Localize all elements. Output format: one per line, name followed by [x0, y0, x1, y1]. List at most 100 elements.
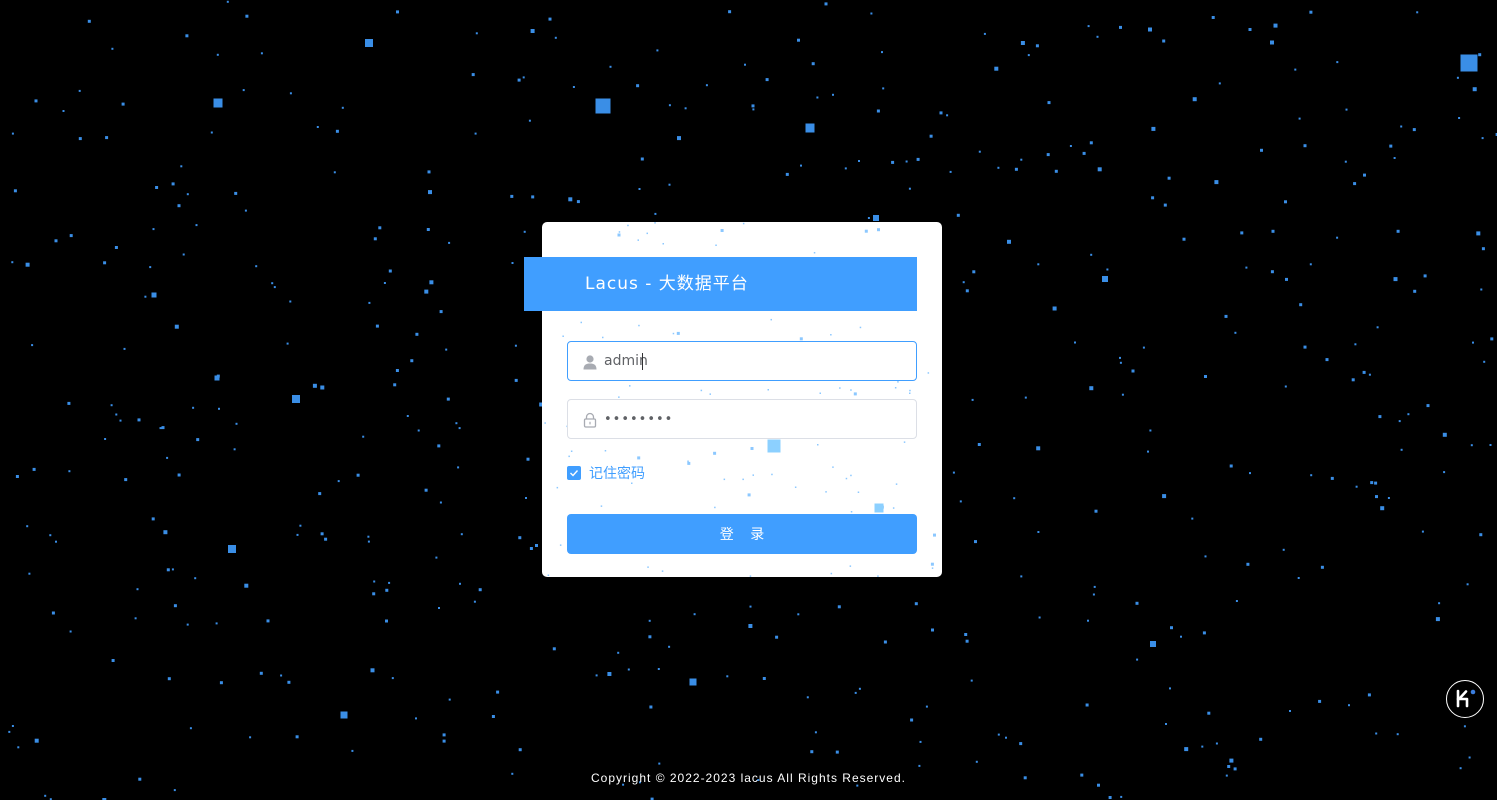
card-speck — [676, 331, 680, 335]
floating-assistant-button[interactable] — [1446, 680, 1484, 718]
star-speck — [171, 182, 175, 186]
star-speck — [103, 261, 107, 265]
card-speck — [909, 389, 911, 392]
star-speck — [1204, 375, 1207, 378]
star-speck — [235, 422, 238, 425]
password-field[interactable] — [567, 399, 917, 439]
star-speck — [1398, 420, 1401, 423]
card-speck — [742, 478, 744, 481]
login-button[interactable]: 登 录 — [567, 514, 917, 554]
star-speck — [835, 750, 839, 754]
card-speck — [709, 393, 711, 395]
star-speck — [1375, 495, 1378, 499]
star-speck — [1136, 658, 1139, 661]
star-speck — [1472, 341, 1474, 344]
star-speck — [316, 126, 319, 128]
remember-password-checkbox[interactable]: 记住密码 — [567, 463, 645, 483]
star-speck — [119, 419, 122, 422]
star-speck — [1108, 796, 1112, 799]
star-speck — [1097, 167, 1102, 172]
star-speck — [1151, 126, 1156, 131]
star-speck — [111, 659, 115, 662]
star-speck — [530, 29, 535, 33]
star-speck — [668, 104, 671, 107]
star-speck — [335, 129, 339, 133]
star-speck — [114, 246, 118, 249]
star-speck — [1233, 767, 1237, 771]
star-speck — [25, 262, 30, 267]
star-speck — [1092, 593, 1095, 596]
username-input[interactable] — [604, 342, 904, 380]
star-speck — [636, 84, 640, 88]
star-speck — [245, 14, 249, 18]
star-speck — [478, 588, 482, 592]
star-speck — [962, 281, 965, 284]
star-speck — [388, 269, 392, 273]
star-speck — [1396, 733, 1399, 736]
star-speck — [648, 619, 651, 622]
card-speck — [556, 486, 559, 489]
star-speck — [1204, 555, 1207, 558]
star-square — [873, 215, 879, 221]
star-speck — [1284, 200, 1287, 204]
star-square — [365, 39, 373, 47]
star-speck — [1483, 360, 1486, 363]
star-speck — [280, 674, 283, 677]
star-speck — [1106, 268, 1109, 271]
star-speck — [1182, 237, 1186, 241]
star-speck — [1151, 196, 1155, 200]
star-speck — [1375, 732, 1378, 735]
star-speck — [11, 132, 14, 135]
star-speck — [1054, 169, 1058, 173]
star-speck — [1303, 345, 1307, 349]
star-speck — [475, 32, 478, 35]
checkbox-checked-icon[interactable] — [567, 466, 581, 480]
star-speck — [1456, 76, 1459, 79]
card-speck — [825, 491, 827, 493]
star-speck — [975, 760, 978, 763]
star-speck — [595, 674, 598, 677]
star-speck — [11, 725, 14, 727]
star-speck — [997, 733, 1000, 736]
star-speck — [244, 583, 249, 588]
star-speck — [1470, 444, 1473, 447]
star-speck — [1229, 464, 1233, 468]
username-field[interactable] — [567, 341, 917, 381]
star-speck — [1191, 517, 1194, 520]
star-speck — [1119, 25, 1122, 29]
star-speck — [393, 383, 397, 387]
star-speck — [1085, 703, 1089, 707]
star-speck — [1069, 145, 1072, 147]
star-speck — [1094, 509, 1098, 513]
star-speck — [870, 12, 873, 15]
star-speck — [1355, 485, 1358, 488]
star-speck — [445, 348, 448, 351]
star-speck — [1207, 711, 1211, 715]
star-speck — [1370, 481, 1374, 485]
card-speck — [602, 336, 604, 339]
card-speck — [850, 389, 852, 391]
star-speck — [373, 237, 377, 241]
password-input[interactable] — [604, 400, 904, 438]
star-speck — [8, 730, 11, 733]
star-speck — [159, 427, 162, 430]
star-speck — [1167, 176, 1171, 180]
star-speck — [867, 217, 870, 219]
star-speck — [844, 167, 847, 170]
star-speck — [51, 611, 55, 615]
card-speck — [832, 466, 834, 468]
star-speck — [1378, 415, 1382, 419]
remember-password-label[interactable]: 记住密码 — [589, 463, 645, 483]
star-speck — [149, 266, 152, 269]
star-speck — [970, 679, 973, 682]
star-speck — [535, 544, 538, 547]
card-speck — [853, 392, 857, 396]
star-speck — [287, 680, 291, 684]
star-speck — [437, 444, 441, 448]
star-speck — [1202, 631, 1206, 635]
star-speck — [44, 794, 47, 797]
star-speck — [312, 383, 317, 388]
star-speck — [124, 478, 128, 482]
star-speck — [320, 532, 324, 536]
card-speck — [637, 239, 639, 241]
